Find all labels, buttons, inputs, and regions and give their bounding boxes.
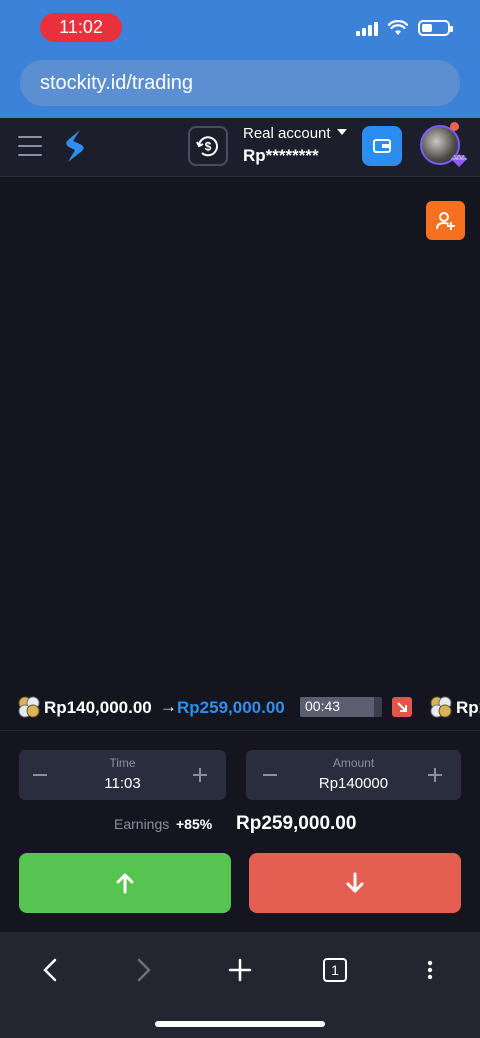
account-dropdown-icon[interactable] — [337, 129, 347, 135]
account-balance: Rp******** — [243, 146, 319, 165]
earnings-label: Earnings — [114, 816, 170, 832]
notification-dot — [450, 122, 459, 131]
trade-direction-down-icon — [392, 697, 412, 717]
time-value[interactable]: 11:03 — [19, 775, 226, 792]
url-bar[interactable]: stockity.id/trading — [20, 60, 460, 106]
plus-icon — [228, 958, 252, 982]
arrow-down-icon — [346, 872, 364, 893]
coin-icon — [430, 696, 452, 718]
amount-label: Amount — [332, 756, 375, 770]
wallet-icon — [373, 139, 391, 153]
back-button[interactable] — [30, 950, 70, 990]
svg-text:$: $ — [205, 140, 212, 154]
time-increase-icon[interactable] — [199, 768, 201, 782]
add-user-icon — [435, 211, 455, 230]
chevron-left-icon — [43, 958, 57, 982]
account-type-label[interactable]: Real account — [243, 125, 331, 142]
amount-control: Amount Rp140000 — [246, 750, 461, 800]
tabs-button[interactable]: 1 — [315, 950, 355, 990]
divider — [0, 730, 480, 731]
currency-exchange-icon: $ — [196, 136, 218, 157]
trade-timer: 00:43 — [300, 697, 382, 717]
time-control: Time 11:03 — [19, 750, 226, 800]
down-button[interactable] — [249, 853, 461, 913]
stockity-logo[interactable] — [60, 128, 88, 169]
amount-value[interactable]: Rp140000 — [246, 775, 461, 792]
trade-payout: Rp259,000.00 — [177, 698, 285, 717]
active-trade[interactable]: Rp140,000.00 → Rp259,000.00 00:43 Rp1 — [0, 694, 480, 722]
invite-friend-button[interactable] — [426, 201, 465, 240]
browser-address-area: stockity.id/trading — [0, 56, 480, 118]
cellular-signal-icon — [356, 20, 378, 36]
up-button[interactable] — [19, 853, 231, 913]
chevron-right-icon — [137, 958, 151, 982]
amount-increase-icon[interactable] — [434, 768, 436, 782]
timer-text: 00:43 — [305, 698, 341, 714]
status-icons — [356, 20, 453, 36]
more-menu-button[interactable] — [410, 950, 450, 990]
arrow-separator: → — [160, 697, 177, 716]
battery-icon — [418, 20, 453, 36]
trade-amount-next: Rp1 — [456, 698, 480, 717]
forward-button[interactable] — [124, 950, 164, 990]
tab-count: 1 — [323, 958, 347, 982]
time-label: Time — [109, 756, 136, 770]
wifi-icon — [388, 20, 408, 35]
earnings-value: Rp259,000.00 — [236, 813, 357, 834]
app-header: $ Real account Rp******** — [0, 118, 480, 177]
exchange-button[interactable]: $ — [188, 126, 228, 166]
coin-icon — [18, 696, 40, 718]
more-vertical-icon — [427, 960, 433, 980]
status-bar: 11:02 — [0, 0, 480, 56]
trade-amount: Rp140,000.00 — [44, 698, 152, 717]
wallet-button[interactable] — [362, 126, 402, 166]
arrow-up-icon — [116, 873, 134, 894]
home-indicator[interactable] — [155, 1021, 325, 1027]
diamond-icon — [451, 154, 467, 167]
menu-icon[interactable] — [18, 136, 42, 156]
new-tab-button[interactable] — [220, 950, 260, 990]
earnings-percent: +85% — [176, 816, 213, 832]
status-time: 11:02 — [40, 13, 122, 42]
